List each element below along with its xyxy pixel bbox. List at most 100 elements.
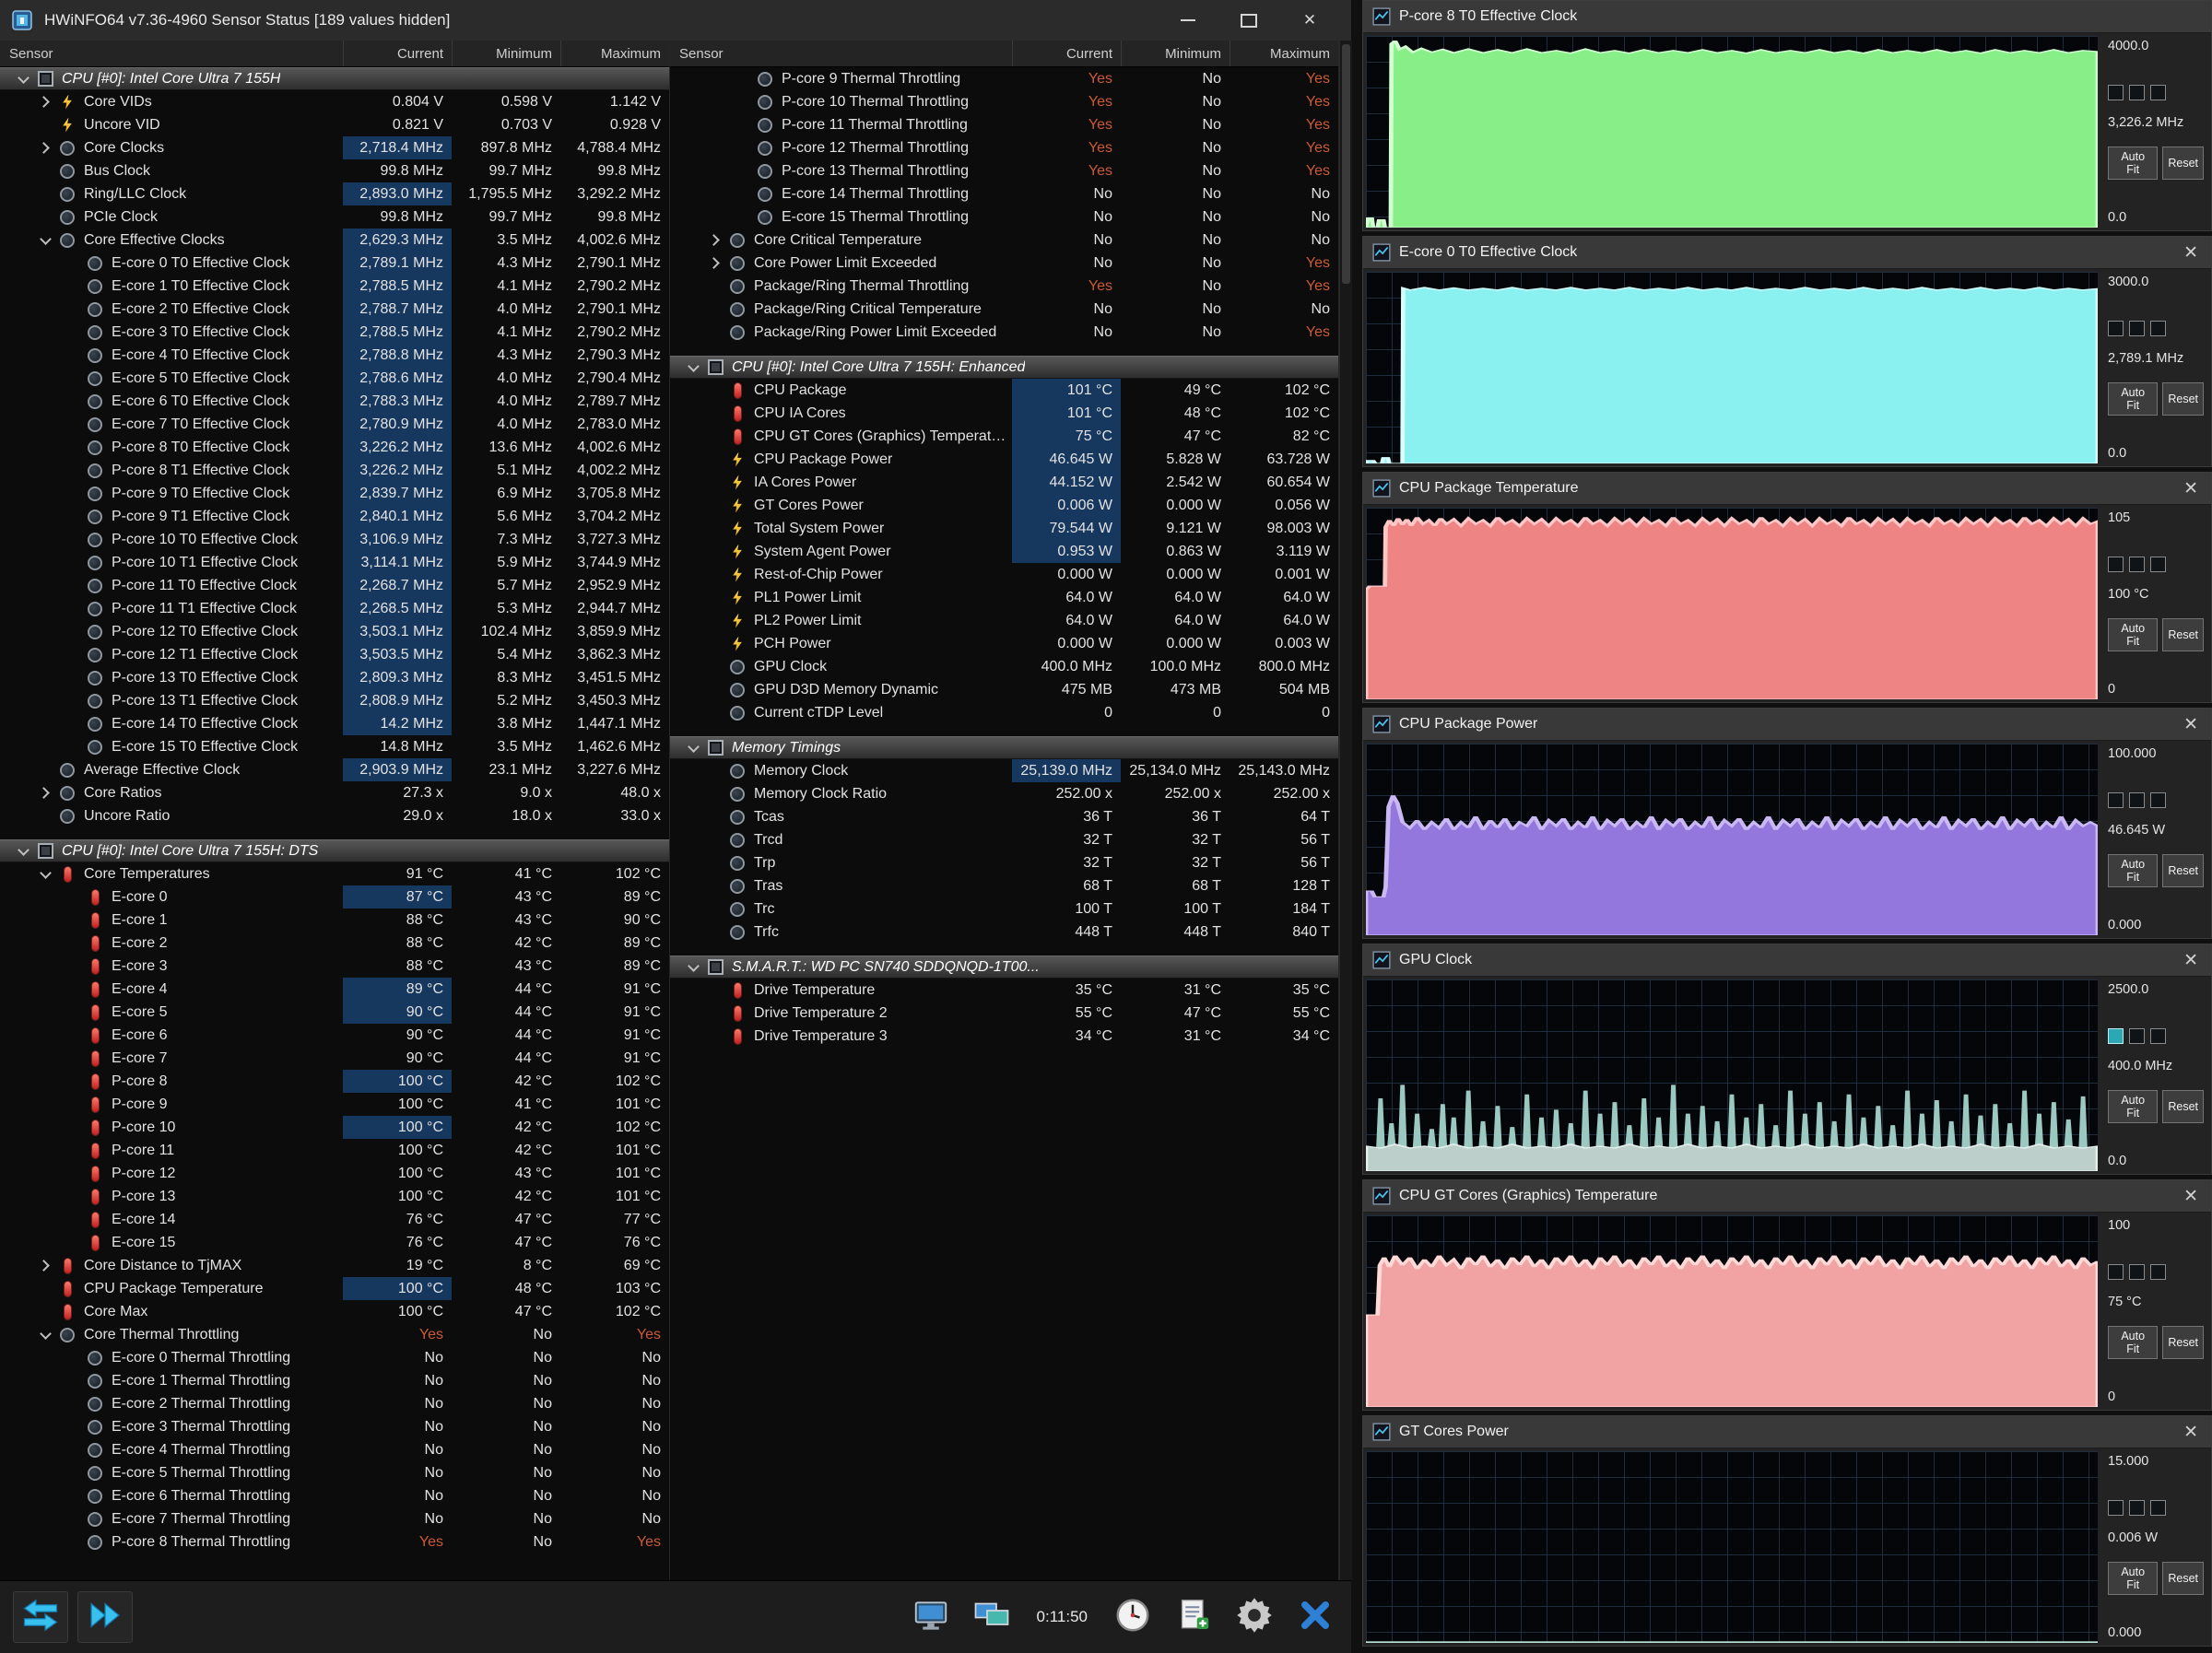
sensor-row[interactable]: Package/Ring Power Limit ExceededNoNoYes xyxy=(670,321,1338,344)
sensor-row[interactable]: P-core 10 Thermal ThrottlingYesNoYes xyxy=(670,90,1338,113)
chevron-right-icon[interactable] xyxy=(33,1261,57,1270)
chevron-right-icon[interactable] xyxy=(33,98,57,106)
close-icon[interactable]: ✕ xyxy=(2180,1422,2202,1443)
sensor-row[interactable]: Memory Clock Ratio252.00 x252.00 x252.00… xyxy=(670,782,1338,805)
graph-checkbox[interactable] xyxy=(2129,321,2145,336)
window-titlebar[interactable]: HWiNFO64 v7.36-4960 Sensor Status [189 v… xyxy=(0,0,1351,41)
network-monitors-button[interactable] xyxy=(969,1594,1015,1640)
graph-checkbox[interactable] xyxy=(2150,557,2166,572)
close-icon[interactable]: ✕ xyxy=(2180,714,2202,735)
sensor-row[interactable]: PL1 Power Limit64.0 W64.0 W64.0 W xyxy=(670,586,1338,609)
section-header-row[interactable]: CPU [#0]: Intel Core Ultra 7 155H xyxy=(0,67,669,90)
sensor-row[interactable]: E-core 1476 °C47 °C77 °C xyxy=(0,1208,669,1231)
graph-checkbox[interactable] xyxy=(2129,557,2145,572)
auto-fit-button[interactable]: Auto Fit xyxy=(2108,1562,2158,1595)
sensor-row[interactable]: E-core 087 °C43 °C89 °C xyxy=(0,885,669,909)
sensor-row[interactable]: Bus Clock99.8 MHz99.7 MHz99.8 MHz xyxy=(0,159,669,182)
graph-checkbox[interactable] xyxy=(2129,1264,2145,1280)
sensor-row[interactable]: E-core 590 °C44 °C91 °C xyxy=(0,1001,669,1024)
column-header-sensor[interactable]: Sensor xyxy=(670,41,1012,66)
section-header-row[interactable]: S.M.A.R.T.: WD PC SN740 SDDQNQD-1T00... xyxy=(670,955,1338,979)
column-header-maximum[interactable]: Maximum xyxy=(1230,41,1338,66)
graph-checkbox[interactable] xyxy=(2150,1500,2166,1516)
graph-checkbox[interactable] xyxy=(2108,1028,2124,1044)
sensor-row[interactable]: P-core 10 T1 Effective Clock3,114.1 MHz5… xyxy=(0,551,669,574)
chevron-down-icon[interactable] xyxy=(33,238,57,243)
chevron-down-icon[interactable] xyxy=(33,872,57,877)
chevron-right-icon[interactable] xyxy=(703,236,727,244)
graph-titlebar[interactable]: CPU Package Temperature✕ xyxy=(1363,473,2211,505)
reset-button[interactable]: Reset xyxy=(2162,1090,2204,1123)
close-icon[interactable]: ✕ xyxy=(2180,242,2202,264)
logging-report-button[interactable] xyxy=(1171,1594,1217,1640)
sensor-row[interactable]: E-core 5 T0 Effective Clock2,788.6 MHz4.… xyxy=(0,367,669,390)
sensor-row[interactable]: P-core 9 Thermal ThrottlingYesNoYes xyxy=(670,67,1338,90)
chevron-down-icon[interactable] xyxy=(681,365,705,370)
section-header-row[interactable]: CPU [#0]: Intel Core Ultra 7 155H: DTS xyxy=(0,839,669,862)
graph-checkbox[interactable] xyxy=(2129,792,2145,808)
graph-checkbox[interactable] xyxy=(2108,85,2124,100)
sensor-row[interactable]: P-core 10 T0 Effective Clock3,106.9 MHz7… xyxy=(0,528,669,551)
sensor-row[interactable]: Core VIDs0.804 V0.598 V1.142 V xyxy=(0,90,669,113)
sensor-row[interactable]: P-core 9 T0 Effective Clock2,839.7 MHz6.… xyxy=(0,482,669,505)
sensor-row[interactable]: Tras68 T68 T128 T xyxy=(670,874,1338,897)
sensor-row[interactable]: P-core 13 T1 Effective Clock2,808.9 MHz5… xyxy=(0,689,669,712)
minimize-button[interactable] xyxy=(1158,0,1218,41)
sensor-row[interactable]: CPU Package Power46.645 W5.828 W63.728 W xyxy=(670,448,1338,471)
section-header-row[interactable]: CPU [#0]: Intel Core Ultra 7 155H: Enhan… xyxy=(670,356,1338,379)
column-header-minimum[interactable]: Minimum xyxy=(1121,41,1230,66)
sensor-row[interactable]: Core Temperatures91 °C41 °C102 °C xyxy=(0,862,669,885)
sensor-row[interactable]: E-core 7 T0 Effective Clock2,780.9 MHz4.… xyxy=(0,413,669,436)
sensor-row[interactable]: Trfc448 T448 T840 T xyxy=(670,920,1338,944)
sensor-row[interactable]: P-core 9 T1 Effective Clock2,840.1 MHz5.… xyxy=(0,505,669,528)
auto-fit-button[interactable]: Auto Fit xyxy=(2108,382,2158,416)
sensor-row[interactable]: E-core 1576 °C47 °C76 °C xyxy=(0,1231,669,1254)
sensor-row[interactable]: P-core 10100 °C42 °C102 °C xyxy=(0,1116,669,1139)
chevron-down-icon[interactable] xyxy=(11,849,35,854)
sensor-row[interactable]: Current cTDP Level000 xyxy=(670,701,1338,724)
sensor-row[interactable]: E-core 790 °C44 °C91 °C xyxy=(0,1047,669,1070)
sensor-row[interactable]: Core Effective Clocks2,629.3 MHz3.5 MHz4… xyxy=(0,229,669,252)
sensor-row[interactable]: Tcas36 T36 T64 T xyxy=(670,805,1338,828)
sensor-row[interactable]: E-core 2 Thermal ThrottlingNoNoNo xyxy=(0,1392,669,1415)
column-header-current[interactable]: Current xyxy=(1012,41,1121,66)
graph-checkbox[interactable] xyxy=(2108,1500,2124,1516)
sensor-row[interactable]: Trcd32 T32 T56 T xyxy=(670,828,1338,851)
sensor-row[interactable]: GPU Clock400.0 MHz100.0 MHz800.0 MHz xyxy=(670,655,1338,678)
sensor-row[interactable]: P-core 12 T1 Effective Clock3,503.5 MHz5… xyxy=(0,643,669,666)
sensor-row[interactable]: P-core 12100 °C43 °C101 °C xyxy=(0,1162,669,1185)
sensor-row[interactable]: Drive Temperature 255 °C47 °C55 °C xyxy=(670,1002,1338,1025)
close-icon[interactable]: ✕ xyxy=(2180,950,2202,971)
sensor-row[interactable]: E-core 3 Thermal ThrottlingNoNoNo xyxy=(0,1415,669,1438)
graph-checkbox[interactable] xyxy=(2108,1264,2124,1280)
scrollbar-thumb[interactable] xyxy=(1342,44,1350,284)
sensor-row[interactable]: P-core 11 T1 Effective Clock2,268.5 MHz5… xyxy=(0,597,669,620)
sensor-row[interactable]: P-core 8 Thermal ThrottlingYesNoYes xyxy=(0,1530,669,1553)
graph-titlebar[interactable]: GPU Clock✕ xyxy=(1363,944,2211,977)
graph-checkbox[interactable] xyxy=(2150,85,2166,100)
graph-titlebar[interactable]: P-core 8 T0 Effective Clock xyxy=(1363,1,2211,33)
auto-fit-button[interactable]: Auto Fit xyxy=(2108,854,2158,887)
sensor-row[interactable]: E-core 14 Thermal ThrottlingNoNoNo xyxy=(670,182,1338,205)
sensor-row[interactable]: Core Distance to TjMAX19 °C8 °C69 °C xyxy=(0,1254,669,1277)
sensor-row[interactable]: Core Critical TemperatureNoNoNo xyxy=(670,229,1338,252)
sensor-row[interactable]: E-core 2 T0 Effective Clock2,788.7 MHz4.… xyxy=(0,298,669,321)
reset-button[interactable]: Reset xyxy=(2162,1326,2204,1359)
sensor-row[interactable]: Memory Clock25,139.0 MHz25,134.0 MHz25,1… xyxy=(670,759,1338,782)
sensor-row[interactable]: PCIe Clock99.8 MHz99.7 MHz99.8 MHz xyxy=(0,205,669,229)
sensor-row[interactable]: P-core 8100 °C42 °C102 °C xyxy=(0,1070,669,1093)
sensor-row[interactable]: Package/Ring Thermal ThrottlingYesNoYes xyxy=(670,275,1338,298)
sensor-row[interactable]: P-core 13 Thermal ThrottlingYesNoYes xyxy=(670,159,1338,182)
sensor-row[interactable]: E-core 388 °C43 °C89 °C xyxy=(0,955,669,978)
sensor-row[interactable]: CPU IA Cores101 °C48 °C102 °C xyxy=(670,402,1338,425)
sensor-row[interactable]: E-core 4 T0 Effective Clock2,788.8 MHz4.… xyxy=(0,344,669,367)
graph-checkbox[interactable] xyxy=(2129,85,2145,100)
close-button[interactable]: ✕ xyxy=(1279,0,1340,41)
sensor-row[interactable]: Uncore VID0.821 V0.703 V0.928 V xyxy=(0,113,669,136)
sensor-row[interactable]: E-core 690 °C44 °C91 °C xyxy=(0,1024,669,1047)
column-header-current[interactable]: Current xyxy=(343,41,452,66)
graph-checkbox[interactable] xyxy=(2150,792,2166,808)
sensor-row[interactable]: E-core 15 T0 Effective Clock14.8 MHz3.5 … xyxy=(0,735,669,758)
sensor-row[interactable]: E-core 188 °C43 °C90 °C xyxy=(0,909,669,932)
sensor-row[interactable]: E-core 1 T0 Effective Clock2,788.5 MHz4.… xyxy=(0,275,669,298)
